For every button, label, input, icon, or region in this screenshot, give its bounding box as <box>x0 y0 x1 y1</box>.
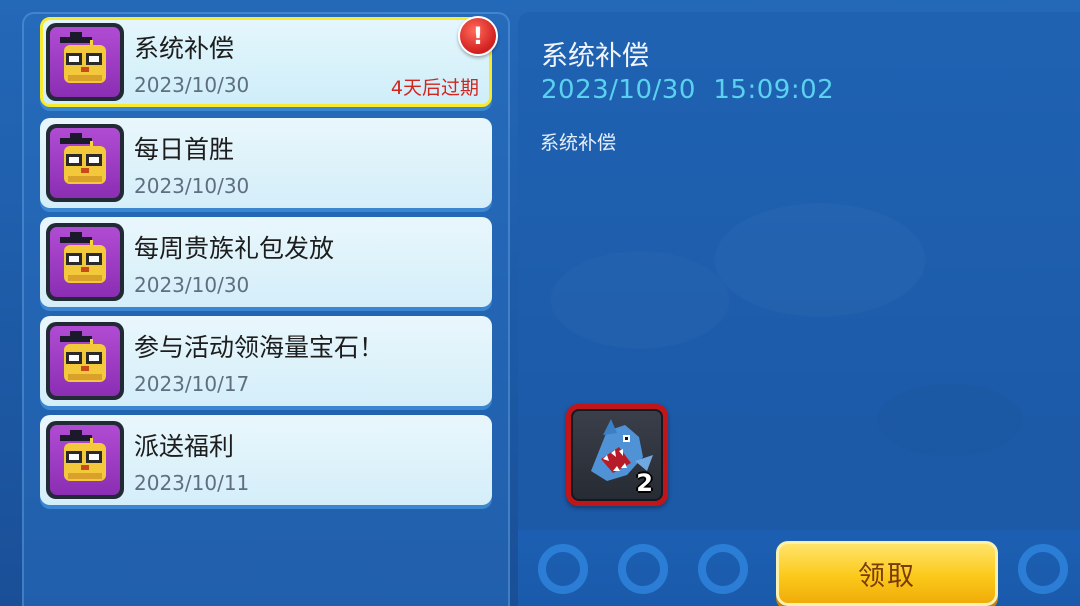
detail-datetime: 2023/10/30 15:09:02 <box>541 75 835 105</box>
reward-count: 2 <box>636 469 653 497</box>
mail-expire-text: 4天后过期 <box>390 77 479 99</box>
sender-avatar <box>46 124 124 202</box>
mail-title: 系统补偿 <box>134 34 235 63</box>
mail-date: 2023/10/30 <box>134 273 250 297</box>
scholar-owl-icon <box>60 331 106 382</box>
sender-avatar <box>46 23 124 101</box>
unread-alert-icon: ! <box>458 16 498 56</box>
sender-avatar <box>46 421 124 499</box>
mail-date: 2023/10/17 <box>134 372 250 396</box>
sender-avatar <box>46 322 124 400</box>
claim-button[interactable]: 领取 <box>776 541 998 606</box>
mail-item-5[interactable]: 派送福利 2023/10/11 <box>40 415 492 505</box>
mail-date: 2023/10/11 <box>134 471 250 495</box>
mail-title: 参与活动领海量宝石！ <box>134 333 385 362</box>
mail-date: 2023/10/30 <box>134 174 250 198</box>
detail-title: 系统补偿 <box>541 41 649 72</box>
mail-item-3[interactable]: 每周贵族礼包发放 2023/10/30 <box>40 217 492 307</box>
mail-title: 每日首胜 <box>134 135 235 164</box>
detail-body: 系统补偿 <box>540 132 617 154</box>
mail-title: 每周贵族礼包发放 <box>134 234 335 263</box>
mail-item-4[interactable]: 参与活动领海量宝石！ 2023/10/17 <box>40 316 492 406</box>
scholar-owl-icon <box>60 430 106 481</box>
scholar-owl-icon <box>60 133 106 184</box>
scholar-owl-icon <box>60 232 106 283</box>
mail-item-2[interactable]: 每日首胜 2023/10/30 <box>40 118 492 208</box>
sender-avatar <box>46 223 124 301</box>
mail-date: 2023/10/30 <box>134 73 250 97</box>
mail-item-1[interactable]: 系统补偿 2023/10/30 4天后过期 <box>40 17 492 107</box>
scholar-owl-icon <box>60 32 106 83</box>
reward-item-slot[interactable]: 2 <box>566 404 668 506</box>
mail-title: 派送福利 <box>134 432 235 461</box>
